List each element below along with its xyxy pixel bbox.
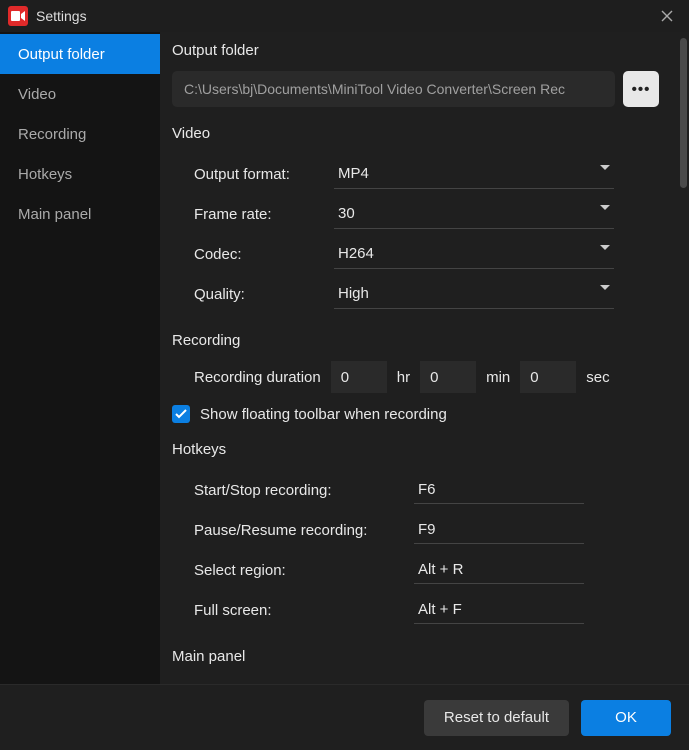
sidebar-item-video[interactable]: Video <box>0 74 160 114</box>
close-icon <box>661 10 673 22</box>
recording-duration-row: Recording duration hr min sec <box>172 361 659 393</box>
titlebar: Settings <box>0 0 689 32</box>
more-icon: ••• <box>632 81 651 98</box>
footer: Reset to default OK <box>0 684 689 750</box>
floating-toolbar-label: Show floating toolbar when recording <box>200 406 447 423</box>
video-block: Output format: MP4 Frame rate: 30 <box>172 154 659 314</box>
output-folder-row: C:\Users\bj\Documents\MiniTool Video Con… <box>172 71 659 107</box>
hotkey-label: Pause/Resume recording: <box>194 522 414 539</box>
hotkey-row-select-region: Select region: Alt + R <box>194 550 659 590</box>
check-icon <box>175 409 187 419</box>
sidebar-item-output-folder[interactable]: Output folder <box>0 34 160 74</box>
output-format-label: Output format: <box>194 166 334 183</box>
hotkey-label: Start/Stop recording: <box>194 482 414 499</box>
sidebar-item-label: Hotkeys <box>18 166 72 183</box>
hotkey-row-pause-resume: Pause/Resume recording: F9 <box>194 510 659 550</box>
select-value: High <box>338 285 369 302</box>
hotkey-field-full-screen[interactable]: Alt + F <box>414 596 584 624</box>
hotkey-field-start-stop[interactable]: F6 <box>414 476 584 504</box>
output-format-select[interactable]: MP4 <box>334 159 614 189</box>
hotkey-value: Alt + F <box>418 601 462 618</box>
scrollbar-thumb[interactable] <box>680 38 687 188</box>
sidebar-item-label: Main panel <box>18 206 91 223</box>
section-title-recording: Recording <box>172 332 659 349</box>
browse-button[interactable]: ••• <box>623 71 659 107</box>
select-value: MP4 <box>338 165 369 182</box>
chevron-down-icon <box>600 285 610 290</box>
sidebar-item-label: Recording <box>18 126 86 143</box>
floating-toolbar-row: Show floating toolbar when recording <box>172 405 659 423</box>
sidebar-item-recording[interactable]: Recording <box>0 114 160 154</box>
sidebar-item-main-panel[interactable]: Main panel <box>0 194 160 234</box>
hotkey-field-select-region[interactable]: Alt + R <box>414 556 584 584</box>
seconds-unit: sec <box>586 369 609 386</box>
ok-button[interactable]: OK <box>581 700 671 736</box>
output-format-row: Output format: MP4 <box>194 154 659 194</box>
content-area: Output folder C:\Users\bj\Documents\Mini… <box>160 32 689 684</box>
chevron-down-icon <box>600 165 610 170</box>
select-value: 30 <box>338 205 355 222</box>
codec-row: Codec: H264 <box>194 234 659 274</box>
settings-window: Settings Output folder Video Recording H… <box>0 0 689 750</box>
floating-toolbar-checkbox[interactable] <box>172 405 190 423</box>
body: Output folder Video Recording Hotkeys Ma… <box>0 32 689 684</box>
recording-duration-label: Recording duration <box>194 369 321 386</box>
hotkey-label: Full screen: <box>194 602 414 619</box>
section-title-output-folder: Output folder <box>172 42 659 59</box>
minutes-unit: min <box>486 369 510 386</box>
section-title-hotkeys: Hotkeys <box>172 441 659 458</box>
quality-label: Quality: <box>194 286 334 303</box>
minutes-input[interactable] <box>420 361 476 393</box>
frame-rate-select[interactable]: 30 <box>334 199 614 229</box>
reset-button[interactable]: Reset to default <box>424 700 569 736</box>
section-title-video: Video <box>172 125 659 142</box>
codec-label: Codec: <box>194 246 334 263</box>
codec-select[interactable]: H264 <box>334 239 614 269</box>
hotkey-value: F6 <box>418 481 436 498</box>
scrollbar-track[interactable] <box>680 38 687 678</box>
chevron-down-icon <box>600 205 610 210</box>
hours-unit: hr <box>397 369 410 386</box>
sidebar-item-label: Output folder <box>18 46 105 63</box>
seconds-input[interactable] <box>520 361 576 393</box>
window-title: Settings <box>36 8 87 24</box>
hotkey-label: Select region: <box>194 562 414 579</box>
hours-input[interactable] <box>331 361 387 393</box>
section-title-main-panel: Main panel <box>172 648 659 665</box>
hotkey-row-start-stop: Start/Stop recording: F6 <box>194 470 659 510</box>
select-value: H264 <box>338 245 374 262</box>
app-logo-icon <box>8 6 28 26</box>
close-button[interactable] <box>653 2 681 30</box>
sidebar: Output folder Video Recording Hotkeys Ma… <box>0 32 160 684</box>
frame-rate-label: Frame rate: <box>194 206 334 223</box>
quality-select[interactable]: High <box>334 279 614 309</box>
output-folder-path[interactable]: C:\Users\bj\Documents\MiniTool Video Con… <box>172 71 615 107</box>
quality-row: Quality: High <box>194 274 659 314</box>
chevron-down-icon <box>600 245 610 250</box>
hotkey-value: F9 <box>418 521 436 538</box>
hotkey-value: Alt + R <box>418 561 463 578</box>
hotkeys-block: Start/Stop recording: F6 Pause/Resume re… <box>172 470 659 630</box>
sidebar-item-hotkeys[interactable]: Hotkeys <box>0 154 160 194</box>
frame-rate-row: Frame rate: 30 <box>194 194 659 234</box>
sidebar-item-label: Video <box>18 86 56 103</box>
content-scroll[interactable]: Output folder C:\Users\bj\Documents\Mini… <box>160 32 677 684</box>
hotkey-field-pause-resume[interactable]: F9 <box>414 516 584 544</box>
hotkey-row-full-screen: Full screen: Alt + F <box>194 590 659 630</box>
